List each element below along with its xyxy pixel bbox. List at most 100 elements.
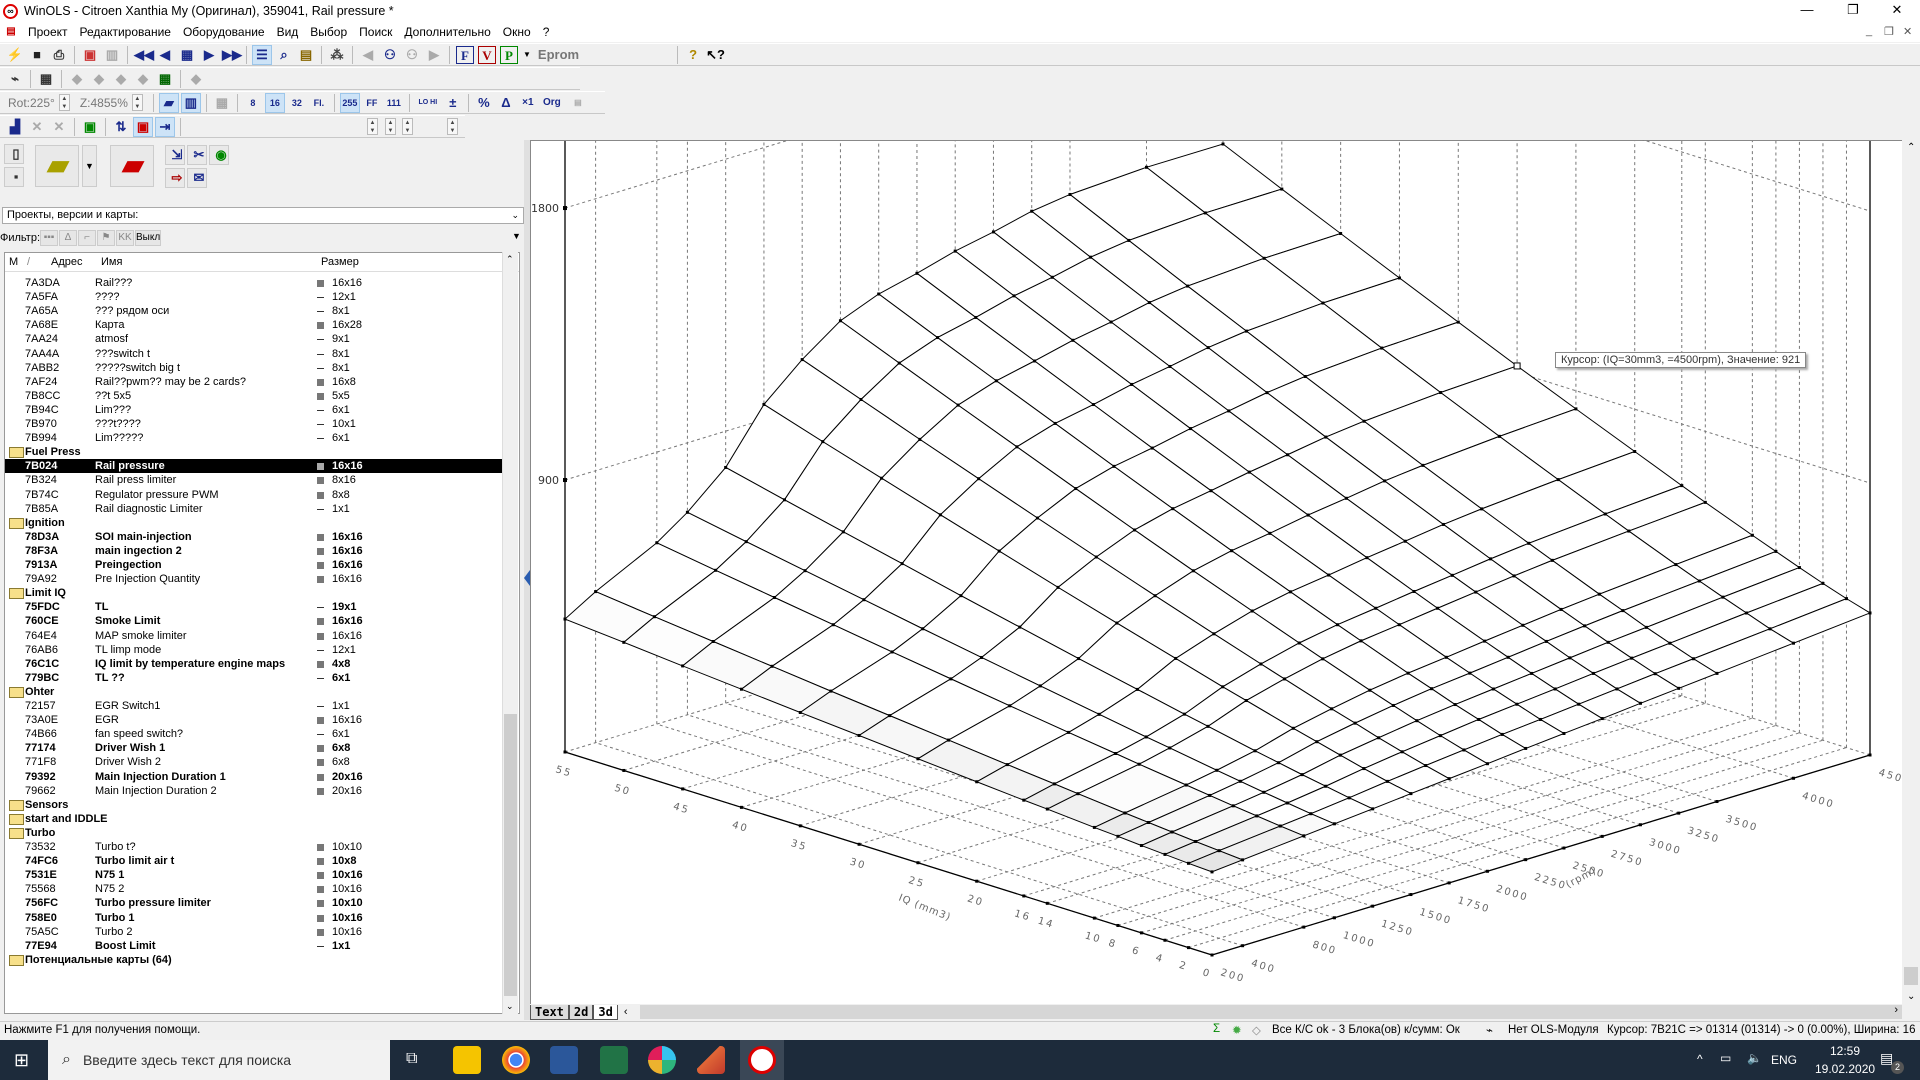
zoom-spinner[interactable]: ▲ ▼ — [131, 94, 143, 111]
list-row[interactable]: 7AA24 atmosf 9x1 — [5, 332, 503, 346]
surface-chart[interactable]: 9001800024681014162025303540455055200400… — [530, 140, 1902, 1004]
network-icon[interactable]: ▭ — [1720, 1051, 1731, 1065]
folder-row[interactable]: Ignition — [5, 516, 503, 530]
binoculars-disabled-icon[interactable]: ⚇ — [403, 46, 421, 64]
delta-button[interactable]: Δ — [497, 94, 515, 112]
list-row[interactable]: 779BC TL ?? 6x1 — [5, 671, 503, 685]
list-row[interactable]: 7A5FA???? 12x1 — [5, 290, 503, 304]
spinner-c[interactable]: ▲ ▼ — [367, 118, 378, 135]
folder-row[interactable]: Fuel Press — [5, 445, 503, 459]
list-row[interactable]: 758E0 Turbo 1 10x16 — [5, 911, 503, 925]
export-file-button[interactable]: ⇨ — [165, 168, 185, 188]
write-icon[interactable]: ◆ — [90, 70, 108, 88]
scroll-left-icon[interactable]: ‹ — [624, 1006, 628, 1018]
minimize-button[interactable]: — — [1784, 0, 1830, 22]
find-icon[interactable]: ⌕ — [275, 46, 293, 64]
list-row[interactable]: 77174 Driver Wish 1 6x8 — [5, 741, 503, 755]
mdi-minimize-icon[interactable]: _ — [1866, 25, 1872, 37]
list-row[interactable]: 72157 EGR Switch1 1x1 — [5, 699, 503, 713]
menu-view[interactable]: Вид — [277, 25, 299, 39]
factor-button[interactable]: ×1 — [519, 94, 537, 112]
taskbar-search[interactable]: ⌕ Введите здесь текст для поиска — [48, 1040, 390, 1080]
slack-icon[interactable] — [648, 1046, 676, 1074]
folder-row[interactable]: Потенциальные карты (64) — [5, 953, 503, 967]
back-icon[interactable]: ◀ — [359, 46, 377, 64]
filter-delta-button[interactable]: Δ — [59, 230, 78, 246]
close-button[interactable]: ✕ — [1874, 0, 1920, 22]
window-icon[interactable]: ▣ — [81, 46, 99, 64]
search-placeholder[interactable]: Введите здесь текст для поиска — [83, 1052, 291, 1068]
list-row[interactable]: 7531E N75 1 10x16 — [5, 868, 503, 882]
list-row[interactable]: 75568 N75 2 10x16 — [5, 882, 503, 896]
col-address[interactable]: Адрес — [51, 256, 83, 268]
col-size[interactable]: Размер — [321, 256, 359, 268]
list-row[interactable]: 7ABB2 ?????switch big t 8x1 — [5, 361, 503, 375]
volume-icon[interactable]: 🔈 — [1747, 1051, 1762, 1065]
tool2-icon[interactable]: ✕ — [50, 118, 68, 136]
scroll-down-icon[interactable]: ⌄ — [1907, 991, 1915, 1002]
tab-2d[interactable]: 2d — [568, 1004, 594, 1020]
list-row[interactable]: 79662 Main Injection Duration 2 20x16 — [5, 784, 503, 798]
tray-expand-icon[interactable]: ^ — [1697, 1052, 1703, 1066]
menu-edit[interactable]: Редактирование — [80, 25, 171, 39]
folder-row[interactable]: Ohter — [5, 685, 503, 699]
f-icon[interactable]: F — [456, 45, 474, 64]
list-row[interactable]: 79392 Main Injection Duration 1 20x16 — [5, 770, 503, 784]
list-row[interactable]: 771F8 Driver Wish 2 6x8 — [5, 755, 503, 769]
read-icon[interactable]: ◆ — [68, 70, 86, 88]
lohi-button[interactable]: LO HI — [416, 94, 440, 112]
new-button[interactable]: ▯ — [4, 144, 24, 164]
web-button[interactable]: ◉ — [209, 145, 229, 165]
folder-row[interactable]: start and IDDLE — [5, 812, 503, 826]
binoculars-icon[interactable]: ⚇ — [381, 46, 399, 64]
list-row[interactable]: 764E4 MAP smoke limiter 16x16 — [5, 629, 503, 643]
export-icon[interactable]: ▣ — [81, 118, 99, 136]
frame-icon[interactable]: ▣ — [133, 116, 153, 137]
chart-horizontal-scrollbar[interactable]: › — [640, 1004, 1902, 1019]
chart-wand-icon[interactable]: ▟ — [6, 118, 24, 136]
hat-icon[interactable]: ■ — [28, 46, 46, 64]
bits-8-button[interactable]: 8 — [244, 94, 262, 112]
list-row[interactable]: 75A5C Turbo 2 10x16 — [5, 925, 503, 939]
filter-kk-button[interactable]: KK — [116, 230, 135, 246]
rotation-spinner[interactable]: ▲ ▼ — [58, 94, 70, 111]
file-explorer-icon[interactable] — [453, 1046, 481, 1074]
chart-scroll-thumb[interactable] — [1904, 967, 1918, 985]
list-row[interactable]: 7B85A Rail diagnostic Limiter 1x1 — [5, 502, 503, 516]
menu-help[interactable]: ? — [543, 25, 550, 39]
p-icon[interactable]: P — [500, 45, 518, 64]
open-project-button[interactable]: ▰ — [110, 145, 154, 187]
compare-icon[interactable]: ▥ — [103, 46, 121, 64]
menu-extra[interactable]: Дополнительно — [404, 25, 490, 39]
scroll-down-icon[interactable]: ⌄ — [506, 1001, 514, 1012]
task-view-icon[interactable]: ⧉ — [406, 1050, 417, 1068]
language-indicator[interactable]: ENG — [1771, 1053, 1797, 1067]
context-help-icon[interactable]: ↖? — [706, 46, 725, 64]
float-button[interactable]: Fl. — [310, 94, 328, 112]
prev-icon[interactable]: ◀ — [156, 46, 174, 64]
last-icon[interactable]: ▶▶ — [222, 46, 242, 64]
list-scrollbar[interactable]: ⌃ ⌄ — [502, 252, 518, 1014]
binary-button[interactable]: 111 — [385, 94, 403, 112]
folder-row[interactable]: Sensors — [5, 798, 503, 812]
scroll-up-icon[interactable]: ⌃ — [506, 254, 514, 265]
scroll-up-icon[interactable]: ⌃ — [1907, 142, 1915, 153]
list-row[interactable]: 73A0E EGR 16x16 — [5, 713, 503, 727]
first-icon[interactable]: ◀◀ — [134, 46, 154, 64]
scroll-icon[interactable]: ▤ — [297, 46, 315, 64]
open-button[interactable]: ▰ — [35, 145, 79, 187]
spinner-d[interactable]: ▲ ▼ — [447, 118, 458, 135]
chip-disabled-icon[interactable]: ◆ — [187, 70, 205, 88]
list-row[interactable]: 75FDC TL 19x1 — [5, 600, 503, 614]
list-row[interactable]: 74FC6 Turbo limit air t 10x8 — [5, 854, 503, 868]
forward-icon[interactable]: ▶ — [425, 46, 443, 64]
list-row[interactable]: 78D3A SOI main-injection 16x16 — [5, 530, 503, 544]
list-row-selected[interactable]: 7B024 Rail pressure 16x16 — [5, 459, 503, 474]
email-button[interactable]: ✉ — [187, 168, 207, 188]
menu-hardware[interactable]: Оборудование — [183, 25, 265, 39]
sign-icon[interactable]: ± — [444, 94, 462, 112]
tree-icon[interactable]: ☰ — [252, 44, 272, 65]
list-row[interactable]: 76AB6 TL limp mode 12x1 — [5, 643, 503, 657]
list-row[interactable]: 7B74C Regulator pressure PWM 8x8 — [5, 488, 503, 502]
help-icon[interactable]: ? — [684, 46, 702, 64]
